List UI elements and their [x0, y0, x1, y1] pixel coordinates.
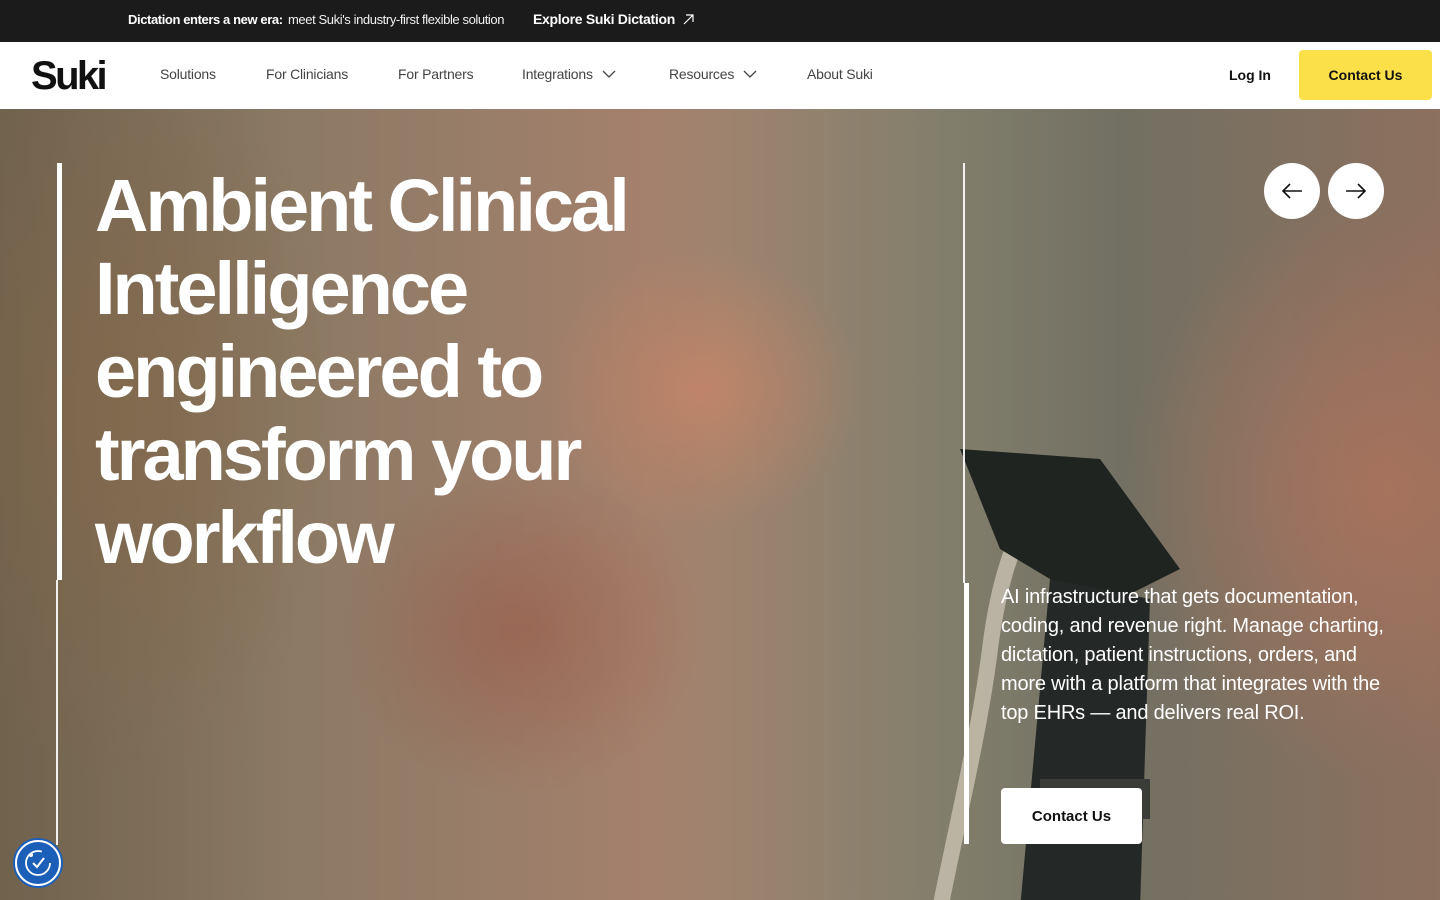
carousel-next-button[interactable]: [1328, 163, 1384, 219]
announcement-bar: Dictation enters a new era: meet Suki's …: [0, 0, 1440, 42]
nav-item-label: About Suki: [807, 66, 873, 82]
announcement-message: meet Suki's industry-first flexible solu…: [288, 12, 505, 27]
accent-line-left: [57, 163, 62, 580]
carousel-prev-button[interactable]: [1264, 163, 1320, 219]
nav-item-for-clinicians[interactable]: For Clinicians: [266, 66, 348, 82]
chevron-down-icon: [743, 70, 757, 78]
divider-line-left: [56, 580, 58, 845]
main-nav: Suki Solutions For Clinicians For Partne…: [0, 42, 1440, 109]
arrow-right-icon: [1346, 183, 1367, 199]
hero-contact-us-button[interactable]: Contact Us: [1001, 788, 1142, 844]
arrow-left-icon: [1281, 183, 1302, 199]
hero-headline: Ambient Clinical Intelligence engineered…: [95, 164, 630, 579]
nav-item-for-partners[interactable]: For Partners: [398, 66, 474, 82]
nav-item-label: Integrations: [522, 66, 593, 82]
nav-item-about-suki[interactable]: About Suki: [807, 66, 873, 82]
explore-dictation-label: Explore Suki Dictation: [533, 11, 675, 27]
chevron-down-icon: [602, 70, 616, 78]
nav-item-solutions[interactable]: Solutions: [160, 66, 216, 82]
divider-line-right: [963, 163, 965, 583]
contact-us-button[interactable]: Contact Us: [1299, 50, 1432, 100]
nav-item-label: Resources: [669, 66, 735, 82]
accessibility-button[interactable]: [15, 840, 61, 886]
nav-item-resources[interactable]: Resources: [669, 66, 757, 82]
accent-line-right: [964, 583, 969, 844]
nav-item-label: For Partners: [398, 66, 474, 82]
nav-item-label: For Clinicians: [266, 66, 348, 82]
suki-logo[interactable]: Suki: [31, 54, 108, 99]
accessibility-icon: [25, 850, 51, 876]
external-arrow-icon: [683, 13, 694, 24]
hero-description: AI infrastructure that gets documentatio…: [1001, 586, 1384, 724]
nav-item-integrations[interactable]: Integrations: [522, 66, 616, 82]
explore-dictation-link[interactable]: Explore Suki Dictation: [533, 11, 694, 27]
announcement-strong: Dictation enters a new era:: [128, 12, 283, 27]
login-link[interactable]: Log In: [1229, 67, 1271, 83]
nav-item-label: Solutions: [160, 66, 216, 82]
hero-section: Ambient Clinical Intelligence engineered…: [0, 109, 1440, 900]
